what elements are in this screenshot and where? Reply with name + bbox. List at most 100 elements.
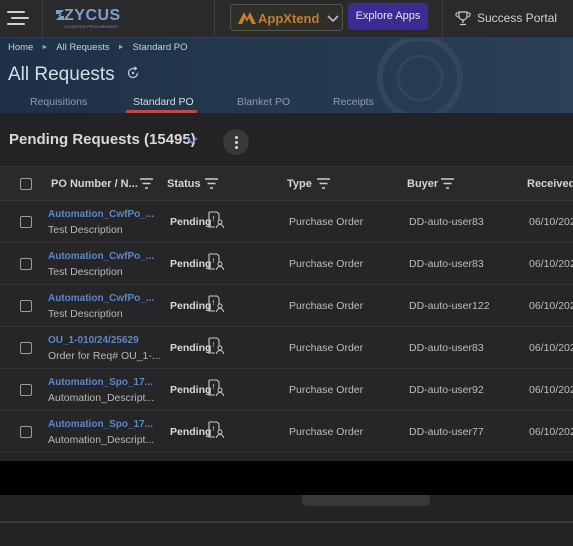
bottom-pill	[302, 495, 430, 506]
breadcrumb-all-requests[interactable]: All Requests	[56, 42, 109, 53]
approver-document-icon[interactable]: !	[208, 379, 224, 397]
buyer-text: DD-auto-user83	[409, 258, 484, 270]
filter-icon[interactable]	[140, 178, 153, 189]
approver-document-icon[interactable]: !	[208, 211, 224, 229]
tab-requisitions[interactable]: Requisitions	[30, 96, 87, 108]
logo-name: ZYCUS	[64, 7, 121, 24]
column-type[interactable]: Type	[287, 178, 312, 190]
status-text: Pending	[170, 426, 212, 438]
appxtend-logo-icon	[238, 12, 256, 24]
table-header: PO Number / N... Status Type Buyer Recei…	[0, 166, 573, 201]
approver-document-icon[interactable]: !	[208, 253, 224, 271]
more-options-button[interactable]	[223, 129, 249, 155]
filter-icon[interactable]	[441, 178, 454, 189]
appxtend-label: AppXtend	[258, 11, 320, 26]
type-text: Purchase Order	[289, 258, 364, 270]
row-checkbox[interactable]	[20, 216, 32, 228]
svg-text:!: !	[212, 299, 215, 307]
success-portal-link[interactable]: Success Portal	[455, 9, 565, 29]
received-date: 06/10/202	[529, 342, 573, 354]
breadcrumb-separator-icon: ►	[117, 44, 125, 51]
table-row[interactable]: Automation_CwfPo_... Test Description Pe…	[0, 201, 573, 243]
status-text: Pending	[170, 300, 212, 312]
appxtend-switcher[interactable]: AppXtend	[230, 4, 343, 31]
status-text: Pending	[170, 384, 212, 396]
filter-icon[interactable]	[317, 178, 330, 189]
chevron-down-icon	[327, 15, 339, 23]
buyer-text: DD-auto-user83	[409, 216, 484, 228]
trophy-icon	[455, 11, 471, 26]
po-number-link[interactable]: Automation_CwfPo_...	[48, 209, 154, 220]
po-number-link[interactable]: Automation_CwfPo_...	[48, 293, 154, 304]
top-app-bar: ZYCUS COGNITIVE PROCUREMENT AppXtend Exp…	[0, 0, 573, 38]
svg-text:!: !	[212, 341, 215, 349]
divider	[442, 0, 443, 38]
breadcrumb: Home ► All Requests ► Standard PO	[8, 42, 187, 53]
refresh-icon[interactable]	[126, 66, 140, 80]
divider	[214, 0, 215, 38]
tab-bar: Requisitions Standard PO Blanket PO Rece…	[0, 93, 573, 113]
approver-document-icon[interactable]: !	[208, 295, 224, 313]
po-number-link[interactable]: Automation_Spo_17...	[48, 377, 153, 388]
type-text: Purchase Order	[289, 300, 364, 312]
column-buyer[interactable]: Buyer	[407, 178, 438, 190]
approver-document-icon[interactable]: !	[208, 337, 224, 355]
received-date: 06/10/202	[529, 258, 573, 270]
logo-mark-icon	[56, 10, 64, 20]
po-description: Test Description	[48, 308, 123, 320]
po-number-link[interactable]: Automation_CwfPo_...	[48, 251, 154, 262]
tab-standard-po[interactable]: Standard PO	[133, 96, 194, 108]
filter-icon[interactable]	[205, 178, 218, 189]
explore-apps-button[interactable]: Explore Apps	[348, 3, 428, 30]
svg-text:!: !	[212, 215, 215, 223]
main-content: Pending Requests (15495) PO Number / N..…	[0, 113, 573, 461]
select-all-checkbox[interactable]	[20, 178, 32, 190]
row-checkbox[interactable]	[20, 300, 32, 312]
table-row[interactable]: Automation_CwfPo_... Test Description Pe…	[0, 285, 573, 327]
row-checkbox[interactable]	[20, 258, 32, 270]
row-checkbox[interactable]	[20, 384, 32, 396]
row-checkbox[interactable]	[20, 426, 32, 438]
tab-blanket-po[interactable]: Blanket PO	[237, 96, 290, 108]
received-date: 06/10/202	[529, 384, 573, 396]
success-portal-label: Success Portal	[477, 11, 558, 25]
page-title: All Requests	[8, 64, 115, 85]
po-number-link[interactable]: OU_1-010/24/25629	[48, 335, 139, 346]
status-text: Pending	[170, 258, 212, 270]
buyer-text: DD-auto-user92	[409, 384, 484, 396]
breadcrumb-home[interactable]: Home	[8, 42, 33, 53]
table-row[interactable]: Automation_Spo_17... Automation_Descript…	[0, 411, 573, 453]
po-number-link[interactable]: Automation_Spo_17...	[48, 419, 153, 430]
buyer-text: DD-auto-user83	[409, 342, 484, 354]
po-description: Test Description	[48, 224, 123, 236]
bottom-area	[0, 495, 573, 546]
table-row[interactable]: Automation_CwfPo_... Test Description Pe…	[0, 243, 573, 285]
buyer-text: DD-auto-user77	[409, 426, 484, 438]
column-status[interactable]: Status	[167, 178, 201, 190]
table-row[interactable]: Automation_Spo_17... Automation_Descript…	[0, 369, 573, 411]
tab-receipts[interactable]: Receipts	[333, 96, 374, 108]
row-checkbox[interactable]	[20, 342, 32, 354]
hamburger-icon[interactable]	[7, 9, 29, 27]
po-description: Order for Req# OU_1-...	[48, 350, 161, 362]
approver-document-icon[interactable]: !	[208, 421, 224, 439]
bottom-divider	[0, 521, 573, 523]
table-row[interactable]: OU_1-010/24/25629 Order for Req# OU_1-..…	[0, 327, 573, 369]
buyer-text: DD-auto-user122	[409, 300, 490, 312]
type-text: Purchase Order	[289, 342, 364, 354]
received-date: 06/10/202	[529, 216, 573, 228]
chevron-down-icon[interactable]	[185, 135, 199, 147]
column-received[interactable]: Received	[527, 178, 573, 190]
type-text: Purchase Order	[289, 216, 364, 228]
requests-table: PO Number / N... Status Type Buyer Recei…	[0, 166, 573, 461]
type-text: Purchase Order	[289, 426, 364, 438]
status-text: Pending	[170, 342, 212, 354]
po-description: Test Description	[48, 266, 123, 278]
received-date: 06/10/202	[529, 426, 573, 438]
zycus-logo[interactable]: ZYCUS COGNITIVE PROCUREMENT	[56, 7, 126, 31]
breadcrumb-separator-icon: ►	[41, 44, 49, 51]
divider	[42, 0, 43, 38]
svg-text:!: !	[212, 425, 215, 433]
column-po-number[interactable]: PO Number / N...	[51, 178, 138, 190]
svg-text:!: !	[212, 383, 215, 391]
